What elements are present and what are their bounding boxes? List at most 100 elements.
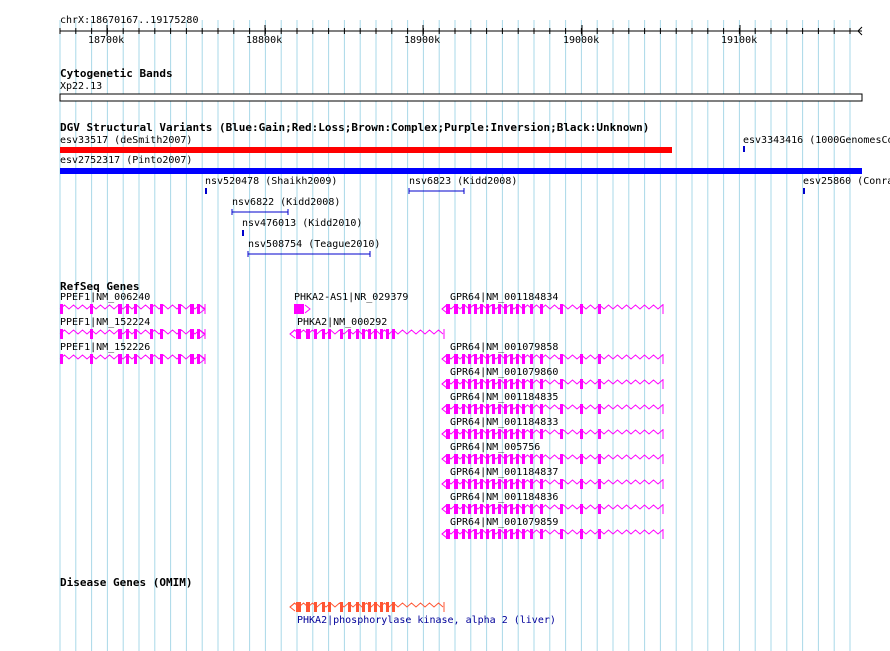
gene-gpr64-7-exon xyxy=(560,504,563,514)
gene-gpr64-1-exon xyxy=(516,354,519,364)
gene-label[interactable]: PHKA2|NM_000292 xyxy=(297,317,387,329)
gene-gpr64-3-exon xyxy=(580,404,583,414)
gene-gpr64-6-exon xyxy=(480,479,483,489)
gene-gpr64-5-exon xyxy=(486,454,489,464)
gene-gpr64-0-exon xyxy=(468,304,471,314)
gene-label[interactable]: GPR64|NM_001184836 xyxy=(450,492,558,504)
variant-label[interactable]: nsv508754 (Teague2010) xyxy=(248,239,380,251)
gene-gpr64-3-exon xyxy=(516,404,519,414)
gene-gpr64-1-exon xyxy=(492,354,495,364)
gene-ppef1-nm152226-exon xyxy=(178,354,181,364)
variant-bar-nsv520478 xyxy=(205,188,207,194)
gene-label[interactable]: PPEF1|NM_152226 xyxy=(60,342,150,354)
gene-gpr64-4-exon xyxy=(560,429,563,439)
gene-gpr64-2-exon xyxy=(598,379,601,389)
variant-label[interactable]: nsv6823 (Kidd2008) xyxy=(409,176,517,188)
variant-label[interactable]: esv3343416 (1000GenomesCo xyxy=(743,135,890,147)
gene-gpr64-4-exon xyxy=(580,429,583,439)
variant-label[interactable]: nsv6822 (Kidd2008) xyxy=(232,197,340,209)
gene-gpr64-5-exon xyxy=(474,454,477,464)
gene-gpr64-1-exon xyxy=(504,354,507,364)
disease-gene-phka2-exon xyxy=(362,602,365,612)
gene-gpr64-0-exon xyxy=(530,304,533,314)
disease-gene-phka2-exon xyxy=(306,602,310,612)
gene-gpr64-7-exon xyxy=(530,504,533,514)
gene-gpr64-6-exon xyxy=(492,479,495,489)
gene-gpr64-1-exon xyxy=(540,354,543,364)
gene-label[interactable]: PPEF1|NM_006240 xyxy=(60,292,150,304)
disease-gene-phka2-exon xyxy=(380,602,383,612)
gene-gpr64-7-exon xyxy=(598,504,601,514)
gene-ppef1-nm152226-exon xyxy=(118,354,122,364)
gene-gpr64-2-exon xyxy=(522,379,525,389)
ruler-tick-label: 18900k xyxy=(404,35,441,46)
gene-gpr64-1-exon xyxy=(530,354,533,364)
gene-gpr64-1-exon xyxy=(580,354,583,364)
gene-label[interactable]: GPR64|NM_001184837 xyxy=(450,467,558,479)
gene-ppef1-nm152224-exon xyxy=(126,329,129,339)
gene-label[interactable]: GPR64|NM_001184834 xyxy=(450,292,558,304)
variant-label[interactable]: esv33517 (deSmith2007) xyxy=(60,135,192,147)
gene-phka2-nm000292-exon xyxy=(362,329,365,339)
gene-label[interactable]: GPR64|NM_001079859 xyxy=(450,517,558,529)
disease-gene-label[interactable]: PHKA2|phosphorylase kinase, alpha 2 (liv… xyxy=(297,615,556,627)
gene-gpr64-8-exon xyxy=(510,529,513,539)
gene-label[interactable]: PHKA2-AS1|NR_029379 xyxy=(294,292,408,304)
gene-gpr64-7-exon xyxy=(580,504,583,514)
gene-label[interactable]: GPR64|NM_001079858 xyxy=(450,342,558,354)
cytoband-track-title: Cytogenetic Bands xyxy=(60,67,173,80)
gene-gpr64-3-exon xyxy=(510,404,513,414)
gene-label[interactable]: GPR64|NM_001184835 xyxy=(450,392,558,404)
gene-gpr64-8-exon xyxy=(522,529,525,539)
gene-gpr64-4-exon xyxy=(522,429,525,439)
ruler-tick-label: 18700k xyxy=(88,35,125,46)
gene-label[interactable]: PPEF1|NM_152224 xyxy=(60,317,150,329)
disease-gene-phka2-exon xyxy=(296,602,301,612)
gene-phka2-nm000292-exon xyxy=(322,329,325,339)
gene-gpr64-8-exon xyxy=(462,529,465,539)
gene-gpr64-4-exon xyxy=(474,429,477,439)
gene-gpr64-5-exon xyxy=(468,454,471,464)
gene-phka2-nm000292-exon xyxy=(374,329,377,339)
gene-gpr64-1-exon xyxy=(468,354,471,364)
gene-gpr64-0-exon xyxy=(580,304,583,314)
gene-gpr64-1-exon xyxy=(480,354,483,364)
gene-gpr64-7-exon xyxy=(498,504,501,514)
gene-gpr64-6-exon xyxy=(560,479,563,489)
variant-label[interactable]: nsv520478 (Shaikh2009) xyxy=(205,176,337,188)
gene-gpr64-8-exon xyxy=(492,529,495,539)
gene-gpr64-8-exon xyxy=(598,529,601,539)
gene-gpr64-7-exon xyxy=(516,504,519,514)
gene-label[interactable]: GPR64|NM_005756 xyxy=(450,442,540,454)
gene-phka2as1-exon xyxy=(294,304,304,314)
gene-gpr64-3-exon xyxy=(480,404,483,414)
disease-gene-phka2-exon xyxy=(340,602,343,612)
gene-label[interactable]: GPR64|NM_001079860 xyxy=(450,367,558,379)
gene-label[interactable]: GPR64|NM_001184833 xyxy=(450,417,558,429)
gene-gpr64-6-exon xyxy=(454,479,458,489)
gene-ppef1-nm152226-intron xyxy=(59,354,205,360)
gene-gpr64-6-exon xyxy=(540,479,543,489)
gene-gpr64-2-exon xyxy=(462,379,465,389)
omim-track-title: Disease Genes (OMIM) xyxy=(60,576,193,589)
gene-gpr64-8-exon xyxy=(504,529,507,539)
disease-gene-phka2-exon xyxy=(328,602,331,612)
gene-gpr64-5-exon xyxy=(480,454,483,464)
disease-gene-phka2-exon xyxy=(374,602,377,612)
gene-gpr64-3-exon xyxy=(504,404,507,414)
gene-gpr64-5-exon xyxy=(498,454,501,464)
gene-phka2-nm000292-exon xyxy=(340,329,343,339)
gene-gpr64-4-exon xyxy=(516,429,519,439)
gene-gpr64-0-exon xyxy=(498,304,501,314)
disease-gene-phka2-exon xyxy=(348,602,351,612)
gene-gpr64-5-exon xyxy=(580,454,583,464)
dgv-track-title: DGV Structural Variants (Blue:Gain;Red:L… xyxy=(60,121,650,134)
gene-phka2-nm000292-exon xyxy=(306,329,310,339)
gene-gpr64-5-exon xyxy=(530,454,533,464)
variant-label[interactable]: nsv476013 (Kidd2010) xyxy=(242,218,362,230)
variant-label[interactable]: esv25860 (Conra xyxy=(803,176,890,188)
variant-label[interactable]: esv2752317 (Pinto2007) xyxy=(60,155,192,167)
gene-gpr64-0-exon xyxy=(486,304,489,314)
gene-gpr64-6-exon xyxy=(530,479,533,489)
gene-ppef1-nm006240-exon xyxy=(118,304,122,314)
